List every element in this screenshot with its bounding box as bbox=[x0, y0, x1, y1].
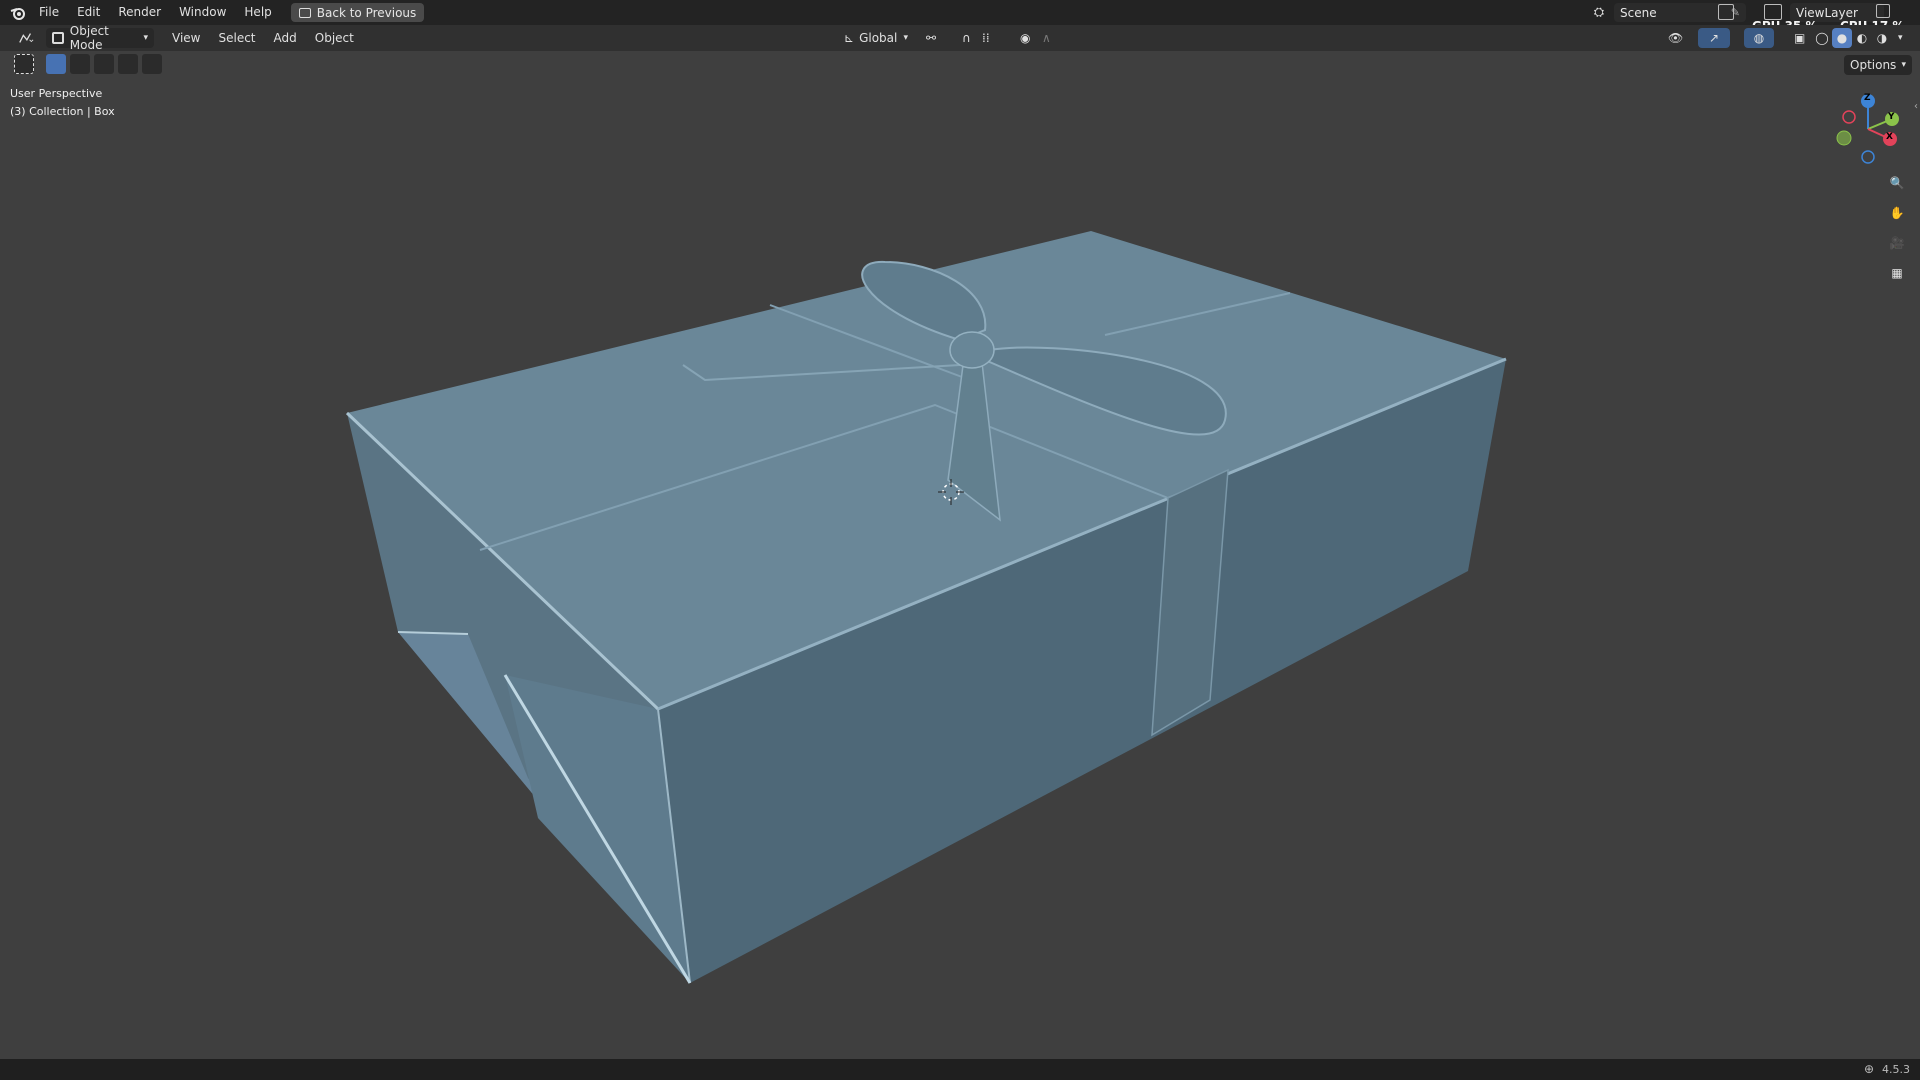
new-view-layer-icon[interactable] bbox=[1876, 4, 1890, 18]
view-layer-icon[interactable] bbox=[1764, 4, 1782, 20]
global-transform-icon: ⊾ bbox=[844, 31, 855, 45]
3d-cursor-icon[interactable] bbox=[938, 479, 964, 505]
transform-orientation-label: Global bbox=[859, 31, 898, 45]
gizmo-y-label: Y bbox=[1888, 112, 1895, 122]
pivot-icon[interactable]: ⚯ bbox=[920, 28, 948, 48]
menu-file[interactable]: File bbox=[30, 0, 68, 25]
perspective-label: User Perspective bbox=[10, 87, 103, 100]
blender-logo-icon[interactable] bbox=[6, 0, 30, 25]
proportional-icon[interactable]: ◉ bbox=[1014, 28, 1034, 48]
select-intersect-icon[interactable] bbox=[142, 54, 162, 74]
gizmo-z-label: Z bbox=[1864, 93, 1871, 103]
transform-orientation-dropdown[interactable]: ⊾ Global ▾ bbox=[838, 28, 914, 48]
object-mode-label: Object Mode bbox=[69, 24, 109, 52]
shading-material-icon[interactable]: ◐ bbox=[1852, 28, 1872, 48]
falloff-icon[interactable]: ∧ bbox=[1036, 28, 1062, 48]
menu-window[interactable]: Window bbox=[170, 0, 235, 25]
chevron-down-icon: ▾ bbox=[143, 33, 148, 43]
grid-icon[interactable]: ▦ bbox=[1884, 260, 1910, 286]
network-icon: ⊕ bbox=[1863, 1062, 1874, 1076]
top-bar: File Edit Render Window Help Back to Pre… bbox=[0, 0, 1920, 33]
editor-type-icon[interactable] bbox=[12, 28, 40, 48]
select-mode-toolbar bbox=[14, 54, 162, 74]
pan-hand-icon[interactable]: ✋ bbox=[1884, 200, 1910, 226]
menu-edit[interactable]: Edit bbox=[68, 0, 109, 25]
back-icon bbox=[298, 7, 311, 18]
camera-icon[interactable]: 🎥 bbox=[1884, 230, 1910, 256]
menu-add[interactable]: Add bbox=[268, 28, 303, 48]
snap-icon[interactable]: ∩ bbox=[956, 28, 976, 48]
object-mode-icon bbox=[52, 32, 64, 44]
select-new-icon[interactable] bbox=[46, 54, 66, 74]
shading-options-icon[interactable]: ▾ bbox=[1892, 28, 1912, 48]
view-layer-name: ViewLayer bbox=[1796, 5, 1858, 20]
sidebar-toggle-icon[interactable]: ‹ bbox=[1914, 101, 1918, 112]
shading-rendered-icon[interactable]: ◑ bbox=[1872, 28, 1892, 48]
xray-icon[interactable]: ▣ bbox=[1788, 28, 1810, 48]
menu-view[interactable]: View bbox=[166, 28, 206, 48]
menu-render[interactable]: Render bbox=[109, 0, 170, 25]
new-scene-icon[interactable] bbox=[1718, 4, 1734, 20]
snap-target-icon[interactable]: ⁞⁞ bbox=[976, 28, 1002, 48]
chevron-down-icon: ▾ bbox=[903, 33, 908, 43]
menu-object[interactable]: Object bbox=[309, 28, 360, 48]
3d-viewport[interactable]: User Perspective (3) Collection | Box Z … bbox=[0, 51, 1920, 1059]
bow-knot bbox=[949, 331, 995, 369]
visibility-icon[interactable]: 👁 bbox=[1662, 28, 1690, 48]
gizmo-icon[interactable]: ↗ bbox=[1698, 28, 1730, 48]
menu-help[interactable]: Help bbox=[235, 0, 280, 25]
options-dropdown[interactable]: Options ▾ bbox=[1844, 55, 1912, 75]
collection-label: (3) Collection | Box bbox=[10, 105, 115, 118]
select-tool-icon[interactable] bbox=[14, 54, 34, 74]
options-label: Options bbox=[1850, 58, 1897, 72]
back-to-previous-button[interactable]: Back to Previous bbox=[290, 3, 425, 22]
select-invert-icon[interactable] bbox=[118, 54, 138, 74]
version-label: 4.5.3 bbox=[1882, 1063, 1910, 1076]
gizmo-x-label: X bbox=[1886, 132, 1893, 142]
chevron-down-icon: ▾ bbox=[1901, 60, 1906, 70]
select-subtract-icon[interactable] bbox=[94, 54, 114, 74]
shading-wire-icon[interactable]: ◯ bbox=[1812, 28, 1832, 48]
object-mode-dropdown[interactable]: Object Mode ▾ bbox=[46, 24, 154, 52]
overlay-icon[interactable]: ◍ bbox=[1744, 28, 1774, 48]
menu-select[interactable]: Select bbox=[212, 28, 261, 48]
scene-name: Scene bbox=[1620, 5, 1657, 20]
select-extend-icon[interactable] bbox=[70, 54, 90, 74]
shading-solid-icon[interactable]: ● bbox=[1832, 28, 1852, 48]
back-to-previous-label: Back to Previous bbox=[316, 5, 417, 20]
scene-selector-icon[interactable]: ⛭ bbox=[1586, 3, 1612, 22]
gift-box-model[interactable] bbox=[0, 51, 1920, 1059]
status-bar: ⊕ 4.5.3 bbox=[0, 1059, 1920, 1080]
viewport-header: Object Mode ▾ View Select Add Object ⊾ G… bbox=[0, 24, 1920, 52]
zoom-icon[interactable]: 🔍 bbox=[1884, 170, 1910, 196]
navigation-gizmo[interactable]: Z Y X bbox=[1832, 89, 1912, 169]
